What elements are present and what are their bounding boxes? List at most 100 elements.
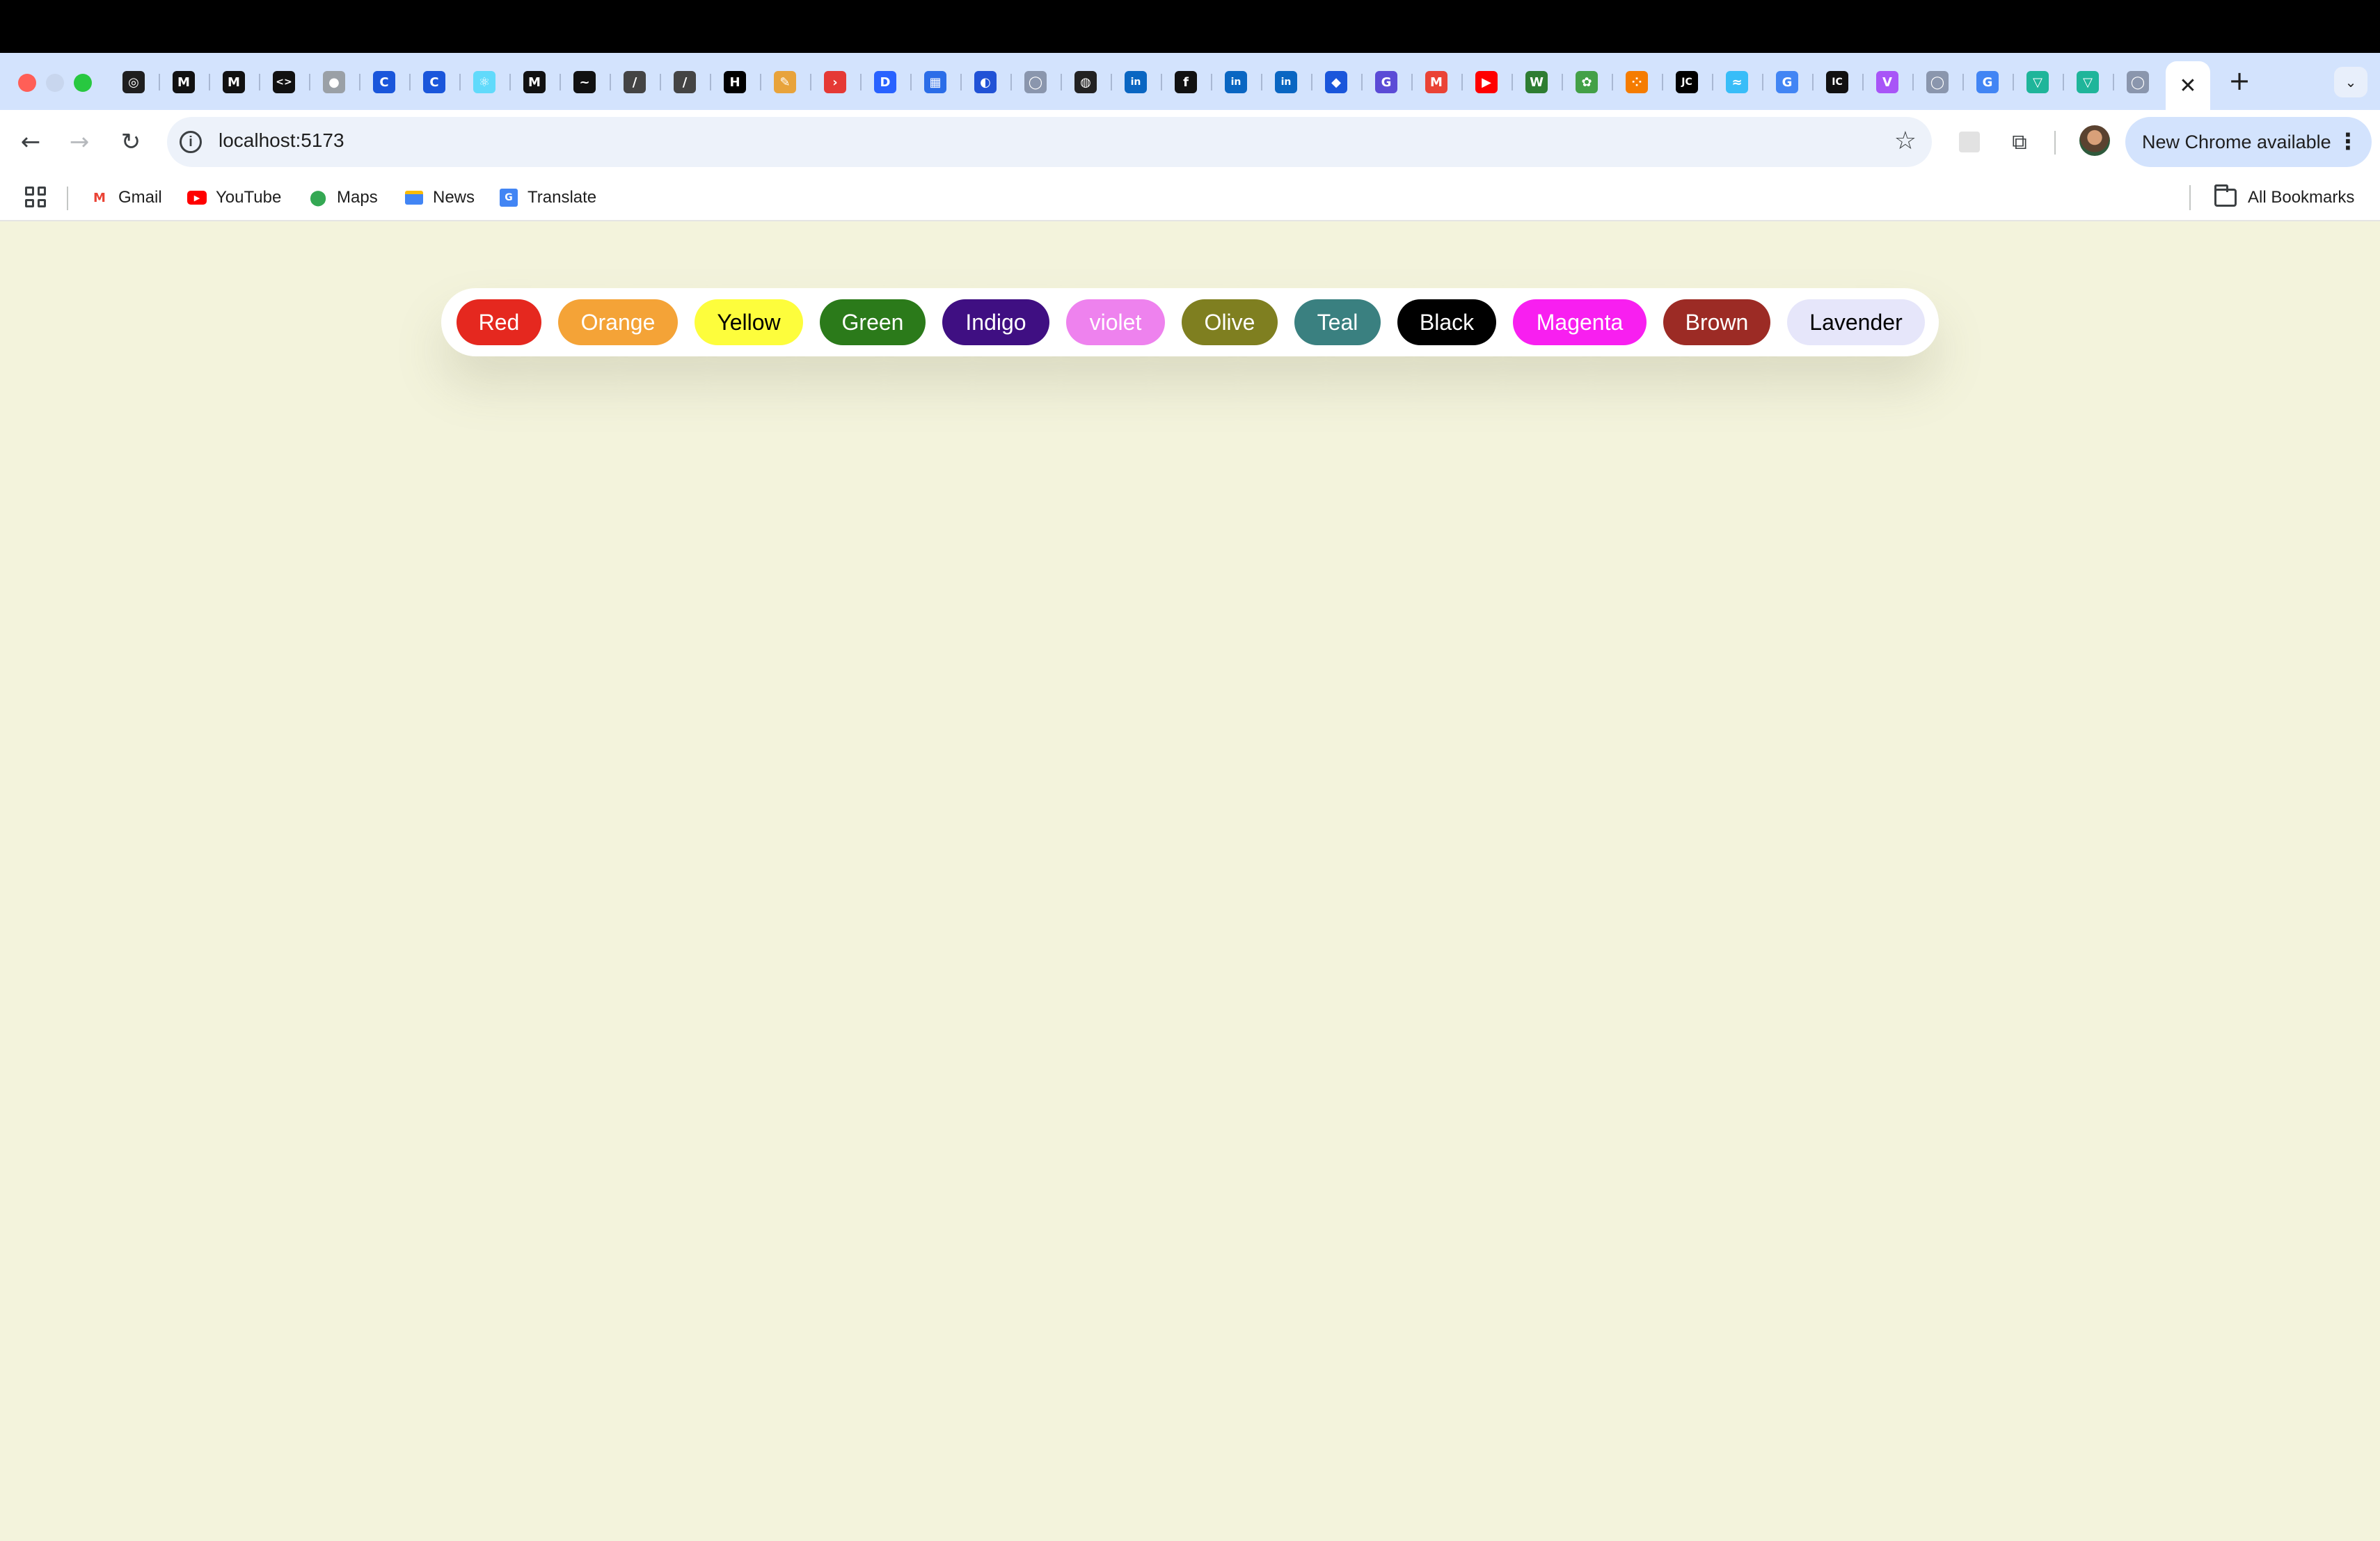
browser-tab[interactable]: D [860,61,910,103]
browser-tab[interactable]: G [1962,61,2013,103]
update-chrome-label: New Chrome available [2142,131,2331,152]
bookmark-label: Gmail [118,188,162,207]
browser-tab[interactable]: M [1411,61,1461,103]
color-button-olive[interactable]: Olive [1182,299,1278,345]
browser-tab[interactable]: C [359,61,409,103]
new-tab-button[interactable]: + [2220,64,2259,97]
color-button-brown[interactable]: Brown [1663,299,1770,345]
reload-button[interactable]: ↻ [113,124,149,160]
browser-tab[interactable]: ▽ [2013,61,2063,103]
color-button-indigo[interactable]: Indigo [942,299,1049,345]
browser-tab[interactable]: ◯ [1010,61,1061,103]
leaf-icon: ✿ [1576,71,1598,93]
color-button-orange[interactable]: Orange [558,299,678,345]
gmail-icon: M [93,190,106,205]
bookmark-label: Translate [527,188,597,207]
browser-tab[interactable]: ▦ [910,61,960,103]
color-button-black[interactable]: Black [1397,299,1496,345]
site-info-icon[interactable]: i [180,131,202,153]
browser-tab[interactable]: in [1211,61,1261,103]
browser-tab[interactable]: ⁘ [1612,61,1662,103]
more-menu-icon[interactable]: ⋮ [2337,128,2359,155]
browser-tab[interactable]: M [209,61,259,103]
active-tab[interactable]: ✕ [2166,61,2210,110]
c-icon: C [373,71,395,93]
code-icon: <> [273,71,295,93]
fx-icon: f [1175,71,1197,93]
browser-tab[interactable]: › [810,61,860,103]
minimize-window-button[interactable] [46,74,64,92]
color-palette-bar: Red Orange Yellow Green Indigo violet Olive Tea… [441,288,1939,356]
update-chrome-button[interactable]: New Chrome available ⋮ [2125,117,2372,167]
browser-tab[interactable]: ● [309,61,359,103]
bookmark-youtube[interactable]: ▶ YouTube [187,185,281,210]
bookmark-star-icon[interactable]: ☆ [1894,127,1917,155]
browser-tab[interactable]: ✎ [760,61,810,103]
color-button-yellow[interactable]: Yellow [695,299,803,345]
forward-button[interactable]: → [61,124,97,160]
browser-tab[interactable]: ✿ [1562,61,1612,103]
browser-tab[interactable]: H [710,61,760,103]
browser-tab[interactable]: ◍ [1061,61,1111,103]
color-button-violet[interactable]: violet [1066,299,1165,345]
browser-tab[interactable]: ≈ [1712,61,1762,103]
browser-tab[interactable]: ◐ [960,61,1010,103]
browser-tab[interactable]: in [1111,61,1161,103]
google-icon: G [1976,71,1999,93]
youtube-icon: ▶ [1475,71,1498,93]
browser-tab[interactable]: M [509,61,560,103]
all-bookmarks-button[interactable]: All Bookmarks [2214,184,2354,210]
profile-avatar[interactable] [2079,125,2110,156]
browser-tab[interactable]: IC [1812,61,1862,103]
apps-grid-icon[interactable] [25,187,46,207]
news-icon [404,189,425,206]
browser-tab[interactable]: ◯ [2113,61,2163,103]
extension-puzzle-gray-icon[interactable] [1953,125,1986,159]
back-button[interactable]: ← [13,124,49,160]
medium-icon: M [523,71,546,93]
tab-strip: ◎ M M <> ● C C ⚛ M ~ / / H ✎ › D ▦ ◐ ◯ ◍ in f in in ◆ G M ▶ W ✿ ⁘ JC ≈ G I… [0,53,2380,110]
url-text[interactable]: localhost:5173 [219,129,344,152]
browser-tab[interactable]: JC [1662,61,1712,103]
browser-tab[interactable]: ◎ [109,61,159,103]
bookmark-label: News [433,188,475,207]
intellij-icon: IC [1826,71,1848,93]
color-button-green[interactable]: Green [820,299,926,345]
bookmark-translate[interactable]: G Translate [498,185,596,210]
browser-tab[interactable]: M [159,61,209,103]
color-button-red[interactable]: Red [457,299,541,345]
maximize-window-button[interactable] [74,74,92,92]
browser-tab[interactable]: G [1361,61,1411,103]
linkedin-icon: in [1275,71,1297,93]
extensions-icon[interactable]: ⧉ [2003,125,2036,159]
color-button-teal[interactable]: Teal [1294,299,1381,345]
color-button-lavender[interactable]: Lavender [1787,299,1925,345]
browser-tab[interactable]: f [1161,61,1211,103]
browser-tab[interactable]: ▶ [1461,61,1512,103]
close-tab-icon[interactable]: ✕ [2179,74,2196,98]
google-icon: G [1776,71,1798,93]
tab-search-button[interactable]: ⌄ [2334,67,2367,97]
browser-tab[interactable]: ⚛ [459,61,509,103]
browser-tab[interactable]: <> [259,61,309,103]
browser-tab[interactable]: ▽ [2063,61,2113,103]
github-icon: ◯ [2127,71,2149,93]
browser-tab[interactable]: in [1261,61,1311,103]
browser-tab[interactable]: G [1762,61,1812,103]
browser-tab[interactable]: ~ [560,61,610,103]
openai-icon: ◎ [122,71,145,93]
browser-tab[interactable]: ◆ [1311,61,1361,103]
bookmark-gmail[interactable]: M Gmail [89,185,162,210]
browser-tab[interactable]: / [610,61,660,103]
color-button-magenta[interactable]: Magenta [1513,299,1647,345]
browser-tab[interactable]: V [1862,61,1912,103]
bookmark-maps[interactable]: ⬤ Maps [308,185,378,210]
browser-tab[interactable]: W [1512,61,1562,103]
close-window-button[interactable] [18,74,36,92]
browser-tab[interactable]: ◯ [1912,61,1962,103]
address-bar[interactable]: i localhost:5173 ☆ [167,117,1932,167]
bookmark-label: YouTube [216,188,282,207]
browser-tab[interactable]: C [409,61,459,103]
bookmark-news[interactable]: News [404,185,475,210]
browser-tab[interactable]: / [660,61,710,103]
